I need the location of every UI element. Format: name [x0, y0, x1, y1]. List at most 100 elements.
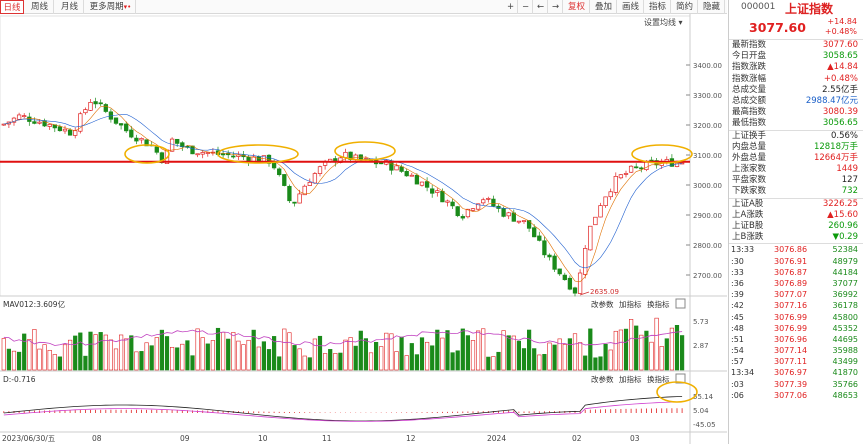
tab-monthly[interactable]: 月线 [56, 0, 84, 14]
candle-body [83, 109, 88, 114]
ma-line [3, 113, 683, 269]
volume-bar [1, 338, 6, 371]
stat-label: 上证换手 [732, 130, 767, 141]
candle-body [282, 174, 287, 186]
tick-volume: 36178 [832, 301, 858, 311]
stats-block-3: 上证A股 3226.25 上A涨跌 ▲15.60 上证B股 260.96 上B涨跌 ▼0.29 [729, 197, 863, 244]
hide-button[interactable]: 隐藏 [699, 0, 725, 14]
volume-bar [226, 338, 231, 371]
volume-bar [256, 346, 261, 371]
candle-body [521, 220, 527, 223]
tab-daily[interactable]: 日线 [0, 0, 24, 14]
tab-more-periods[interactable]: 更多周期▾• [86, 0, 136, 14]
candle-body [73, 130, 78, 136]
volume-bar [348, 337, 353, 371]
macd-label: D:-0.716 [3, 375, 36, 384]
volume-bar [144, 342, 149, 371]
volume-bar [27, 339, 32, 371]
volume-bar [292, 345, 297, 371]
dropdown-indicator-icon: ▾• [123, 3, 132, 11]
tick-time: 13:34 [731, 368, 755, 378]
volume-bar [170, 346, 175, 371]
candle-body [1, 123, 6, 126]
tick-volume: 35988 [832, 346, 858, 356]
volume-bar [373, 341, 379, 371]
volume-bar [88, 331, 93, 371]
stat-value: 3077.60 [822, 40, 858, 50]
candle-body [511, 212, 516, 222]
volume-bar [669, 327, 674, 371]
date-axis-label: 03 [630, 434, 640, 443]
tab-weekly[interactable]: 周线 [26, 0, 54, 14]
candle-body [16, 114, 22, 120]
tick-price: 3076.89 [774, 278, 808, 288]
indicator-button[interactable]: 指标 [645, 0, 671, 14]
volume-bar [465, 335, 471, 371]
candle-body [455, 206, 460, 217]
pan-left-button[interactable]: ← [534, 0, 548, 14]
volume-bar [307, 357, 312, 371]
zoom-out-button[interactable]: − [519, 0, 533, 14]
volume-bar [134, 351, 139, 371]
tick-volume: 45800 [832, 312, 858, 322]
candle-body [486, 198, 491, 200]
overlay-button[interactable]: 叠加 [591, 0, 617, 14]
volume-bar [302, 355, 307, 371]
volume-bar [261, 341, 267, 371]
volume-bar [149, 345, 154, 371]
zoom-in-button[interactable]: + [504, 0, 518, 14]
volume-bar [83, 355, 88, 371]
volume-bar [475, 330, 481, 371]
tick-volume: 45352 [832, 323, 858, 333]
candle-body [618, 174, 624, 179]
price-axis-label: 3100.00 [693, 152, 722, 160]
tick-price: 3076.99 [774, 312, 808, 322]
candle-body [129, 129, 134, 138]
tick-volume: 37077 [832, 278, 858, 288]
tick-price: 3077.06 [774, 390, 808, 400]
volume-bar [679, 335, 685, 371]
candle-body [588, 225, 593, 251]
stat-row: 上涨家数 1449 [729, 164, 863, 175]
volume-bar [552, 344, 557, 371]
candle-body [409, 174, 414, 177]
period-toolbar: 日线 周线 月线 更多周期▾• + − ← → 复权 叠加 画线 指标 简约 隐… [0, 0, 727, 14]
candle-body [644, 161, 649, 171]
simple-button[interactable]: 简约 [672, 0, 698, 14]
volume-bar [470, 340, 476, 371]
candle-body [379, 162, 384, 165]
stat-label: 平盘家数 [732, 175, 767, 186]
tick-volume: 48979 [832, 256, 858, 266]
adjust-button[interactable]: 复权 [564, 0, 590, 14]
volume-bar [42, 344, 47, 371]
volume-bar [73, 335, 78, 371]
tick-price: 3077.16 [774, 301, 808, 311]
volume-bar [343, 339, 348, 371]
volume-bar [598, 356, 603, 371]
candle-body [481, 199, 486, 204]
pan-right-button[interactable]: → [549, 0, 563, 14]
volume-bar [511, 335, 516, 371]
volume-bar [185, 340, 190, 371]
tick-time: :48 [731, 323, 744, 333]
candle-body [593, 216, 598, 226]
volume-bar [22, 333, 27, 371]
tick-volume: 48653 [832, 390, 858, 400]
volume-bar [266, 349, 272, 371]
candle-body [547, 254, 552, 258]
volume-bar [430, 345, 435, 371]
tick-row: :03 3077.39 35766 [729, 379, 863, 390]
candle-body [516, 220, 522, 223]
stat-value: 2.55亿手 [822, 84, 858, 95]
tick-time: :30 [731, 256, 744, 266]
tick-volume: 36992 [832, 290, 858, 300]
draw-button[interactable]: 画线 [618, 0, 644, 14]
kline-chart[interactable]: 3400.00 3300.00 3200.00 3100.00 3000.00 2900.… [0, 14, 727, 444]
volume-bar [455, 350, 460, 371]
volume-bar [445, 330, 450, 371]
volume-bar [47, 349, 52, 371]
stat-row: 最低指数 3056.65 [729, 118, 863, 129]
candle-body [567, 277, 573, 290]
candle-body [277, 168, 282, 176]
volume-bar [588, 328, 593, 371]
